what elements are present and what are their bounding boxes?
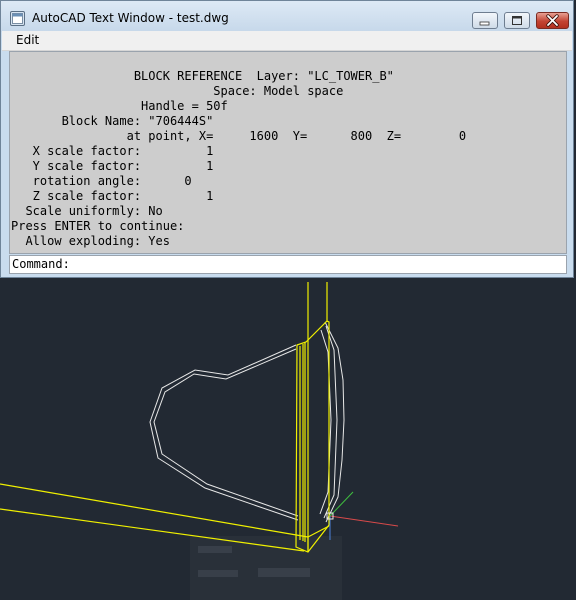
title-bar[interactable]: AutoCAD Text Window - test.dwg [1,1,573,32]
output-line: Scale uniformly: No [11,204,163,218]
command-input[interactable] [70,256,560,272]
command-line[interactable]: Command: [9,255,567,274]
output-line: at point, X= 1600 Y= 800 Z= 0 [11,129,467,143]
minimize-button[interactable] [472,12,498,29]
minimize-icon [479,21,490,26]
output-line: Y scale factor: 1 [11,159,214,173]
output-line: Z scale factor: 1 [11,189,214,203]
output-line: Handle = 50f [11,99,228,113]
autocad-text-window[interactable]: AutoCAD Text Window - test.dwg Edit BLOC… [0,0,574,278]
text-output-area[interactable]: BLOCK REFERENCE Layer: "LC_TOWER_B" Spac… [9,51,567,254]
window-title: AutoCAD Text Window - test.dwg [32,11,229,25]
menu-bar: Edit [2,31,572,51]
menu-edit[interactable]: Edit [16,33,39,47]
output-line: BLOCK REFERENCE Layer: "LC_TOWER_B" [11,69,394,83]
autocad-app-icon [10,11,25,26]
output-line: X scale factor: 1 [11,144,214,158]
output-line: Block Name: "706444S" [11,114,214,128]
output-text: BLOCK REFERENCE Layer: "LC_TOWER_B" Spac… [10,52,566,249]
output-line: rotation angle: 0 [11,174,192,188]
close-button[interactable] [536,12,569,29]
maximize-icon [512,16,522,25]
maximize-button[interactable] [504,12,530,29]
close-icon [546,14,559,27]
output-line: Press ENTER to continue: [11,219,185,233]
command-prompt-label: Command: [12,257,70,271]
output-line: Space: Model space [11,84,344,98]
output-line: Allow exploding: Yes [11,234,170,248]
